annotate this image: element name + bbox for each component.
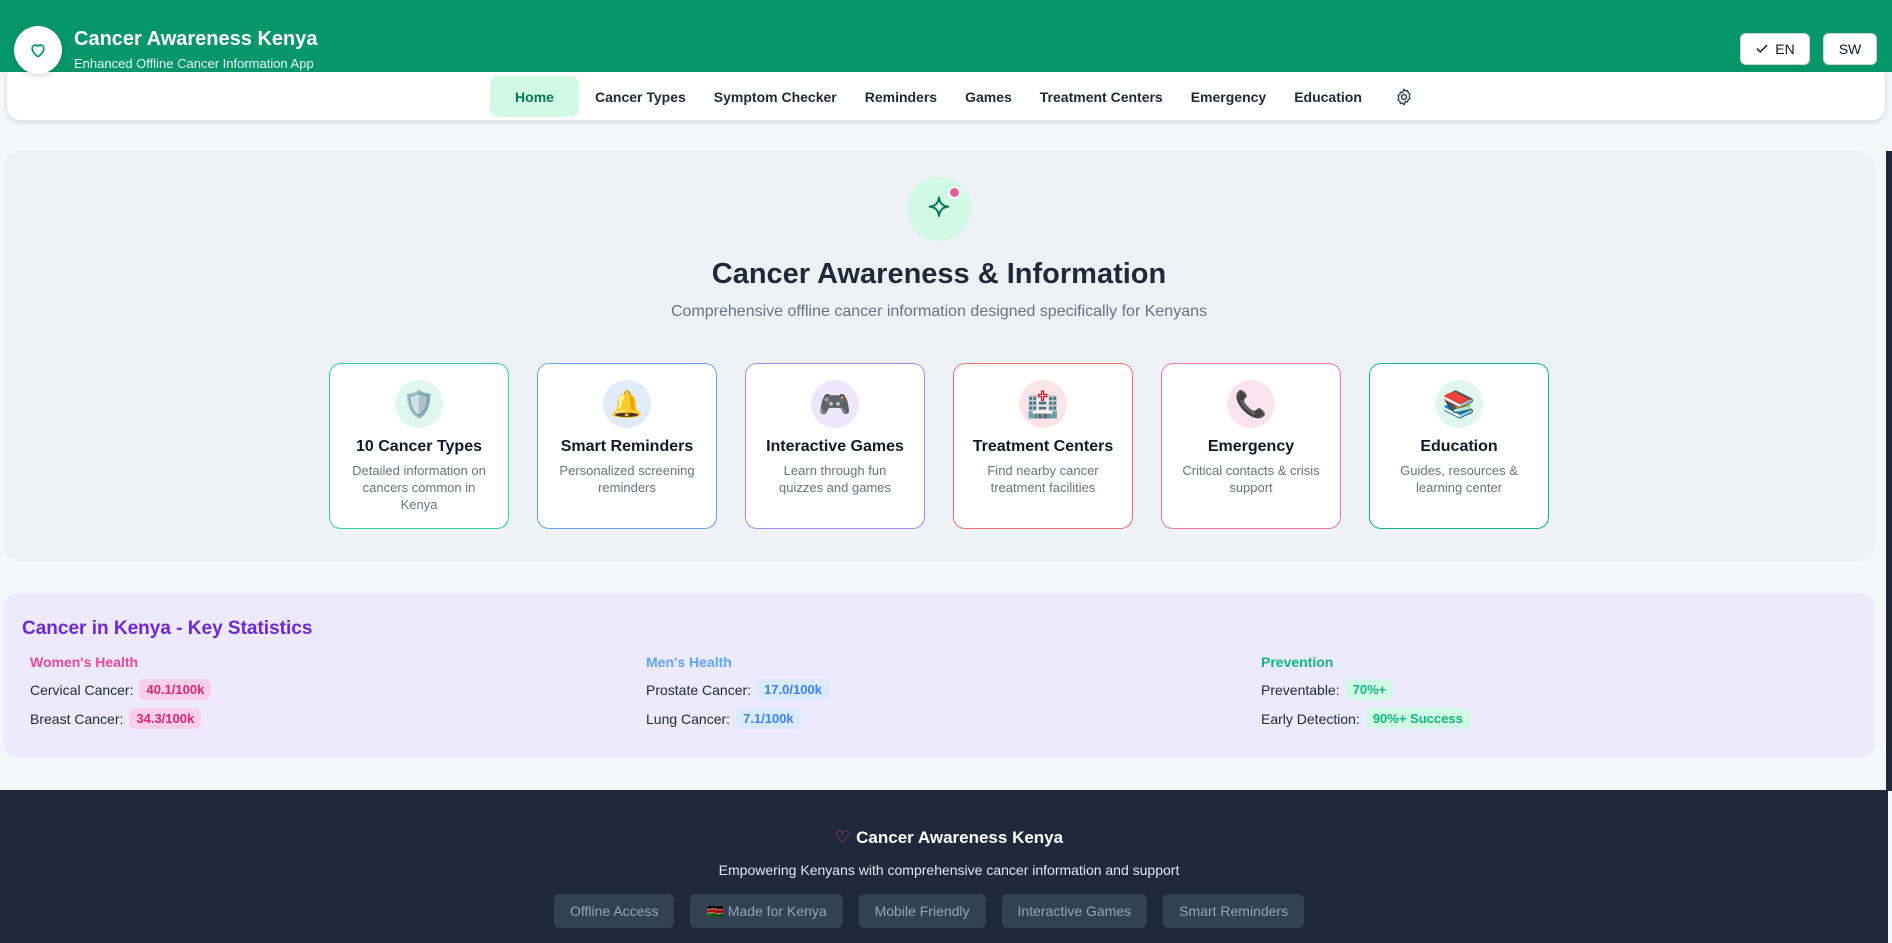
feature-card-title: Treatment Centers <box>972 438 1114 455</box>
footer-feature-tag: Interactive Games <box>1001 894 1148 928</box>
stat-column-heading: Women's Health <box>30 654 139 670</box>
stat-label: Cervical Cancer: <box>30 681 134 698</box>
feature-card-title: Education <box>1420 438 1498 455</box>
feature-card-title: Emergency <box>1207 438 1295 455</box>
app-title: Cancer Awareness Kenya <box>74 28 318 50</box>
feature-card-title: 10 Cancer Types <box>356 438 482 455</box>
feature-card-description: Learn through fun quizzes and games <box>778 463 891 495</box>
footer-tagline: Empowering Kenyans with comprehensive ca… <box>718 862 1180 878</box>
nav-symptom-checker[interactable]: Symptom Checker <box>700 76 851 117</box>
gear-icon <box>1397 87 1411 106</box>
hero-subtitle: Comprehensive offline cancer information… <box>671 303 1207 320</box>
heart-icon <box>31 44 45 58</box>
stat-value-badge: 17.0/100k <box>757 679 829 700</box>
hospital-icon: 🏥 <box>1019 380 1067 428</box>
feature-card-description: Personalized screening reminders <box>559 463 695 495</box>
stat-row: Preventable: 70%+ <box>1261 679 1394 700</box>
sparkle-icon <box>928 196 950 217</box>
books-icon: 📚 <box>1435 380 1483 428</box>
hero-icon <box>907 177 971 241</box>
main-navigation: Home Cancer Types Symptom Checker Remind… <box>6 72 1886 121</box>
scrollbar[interactable] <box>1886 151 1892 791</box>
nav-emergency[interactable]: Emergency <box>1177 76 1280 117</box>
footer-feature-tag: Mobile Friendly <box>858 894 986 928</box>
stat-label: Breast Cancer: <box>30 710 124 727</box>
bell-icon: 🔔 <box>603 380 651 428</box>
stat-row: Prostate Cancer: 17.0/100k <box>646 679 829 700</box>
footer-title: ♡ Cancer Awareness Kenya <box>0 828 1892 848</box>
footer-feature-tag: Offline Access <box>554 894 675 928</box>
language-sw-label: SW <box>1838 41 1862 57</box>
statistics-title: Cancer in Kenya - Key Statistics <box>22 618 313 639</box>
nav-games[interactable]: Games <box>951 76 1026 117</box>
feature-card[interactable]: 📞 Emergency Critical contacts & crisis sup… <box>1161 363 1341 529</box>
stat-label: Early Detection: <box>1261 710 1360 727</box>
footer-feature-tag: Smart Reminders <box>1163 894 1305 928</box>
stat-value-badge: 90%+ Success <box>1365 708 1470 729</box>
language-en-label: EN <box>1775 41 1795 57</box>
feature-card-description: Guides, resources & learning center <box>1400 463 1518 495</box>
stat-label: Prostate Cancer: <box>646 681 752 698</box>
language-en-button[interactable]: EN <box>1740 33 1810 65</box>
nav-cancer-types[interactable]: Cancer Types <box>581 76 700 117</box>
hero-title: Cancer Awareness & Information <box>711 258 1167 290</box>
stat-value-badge: 34.3/100k <box>129 708 202 729</box>
feature-card-description: Detailed information on cancers common i… <box>352 463 486 512</box>
stat-label: Preventable: <box>1261 681 1340 698</box>
footer-feature-tag: 🇰🇪 Made for Kenya <box>690 894 843 928</box>
gamepad-icon: 🎮 <box>811 380 859 428</box>
nav-reminders[interactable]: Reminders <box>851 76 951 117</box>
check-icon <box>1756 44 1768 53</box>
feature-card[interactable]: 🏥 Treatment Centers Find nearby cancer tre… <box>953 363 1133 529</box>
stat-row: Cervical Cancer: 40.1/100k <box>30 679 212 700</box>
heart-icon: ♡ <box>834 828 851 847</box>
footer: ♡ Cancer Awareness Kenya Empowering Kenya… <box>0 790 1888 943</box>
phone-icon: 📞 <box>1227 380 1275 428</box>
stat-value-badge: 70%+ <box>1345 679 1394 700</box>
feature-card-description: Find nearby cancer treatment facilities <box>987 463 1099 495</box>
stat-row: Breast Cancer: 34.3/100k <box>30 708 202 729</box>
stat-column-heading: Men's Health <box>646 654 732 670</box>
app-logo[interactable] <box>14 26 62 74</box>
stat-column-heading: Prevention <box>1261 654 1334 670</box>
stat-row: Early Detection: 90%+ Success <box>1261 708 1470 729</box>
shield-icon: 🛡️ <box>395 380 443 428</box>
stat-value-badge: 7.1/100k <box>736 708 801 729</box>
nav-home[interactable]: Home <box>490 76 579 117</box>
feature-card-description: Critical contacts & crisis support <box>1182 463 1320 495</box>
feature-card[interactable]: 🔔 Smart Reminders Personalized screening r… <box>537 363 717 529</box>
app-subtitle: Enhanced Offline Cancer Information App <box>74 56 314 71</box>
nav-treatment-centers[interactable]: Treatment Centers <box>1026 76 1177 117</box>
nav-education[interactable]: Education <box>1280 76 1376 117</box>
footer-title-text: Cancer Awareness Kenya <box>856 828 1064 847</box>
stat-row: Lung Cancer: 7.1/100k <box>646 708 801 729</box>
language-sw-button[interactable]: SW <box>1823 33 1877 65</box>
feature-card-title: Interactive Games <box>766 438 904 455</box>
feature-card-title: Smart Reminders <box>560 438 694 455</box>
app-header: Cancer Awareness Kenya Enhanced Offline … <box>0 0 1892 72</box>
stat-value-badge: 40.1/100k <box>139 679 212 700</box>
feature-card[interactable]: 🛡️ 10 Cancer Types Detailed information on… <box>329 363 509 529</box>
notification-dot <box>948 186 961 199</box>
settings-button[interactable] <box>1384 76 1424 117</box>
feature-card[interactable]: 📚 Education Guides, resources & learning c… <box>1369 363 1549 529</box>
stat-label: Lung Cancer: <box>646 710 731 727</box>
statistics-section: Cancer in Kenya - Key Statistics Women's… <box>3 593 1875 758</box>
feature-card[interactable]: 🎮 Interactive Games Learn through fun quiz… <box>745 363 925 529</box>
